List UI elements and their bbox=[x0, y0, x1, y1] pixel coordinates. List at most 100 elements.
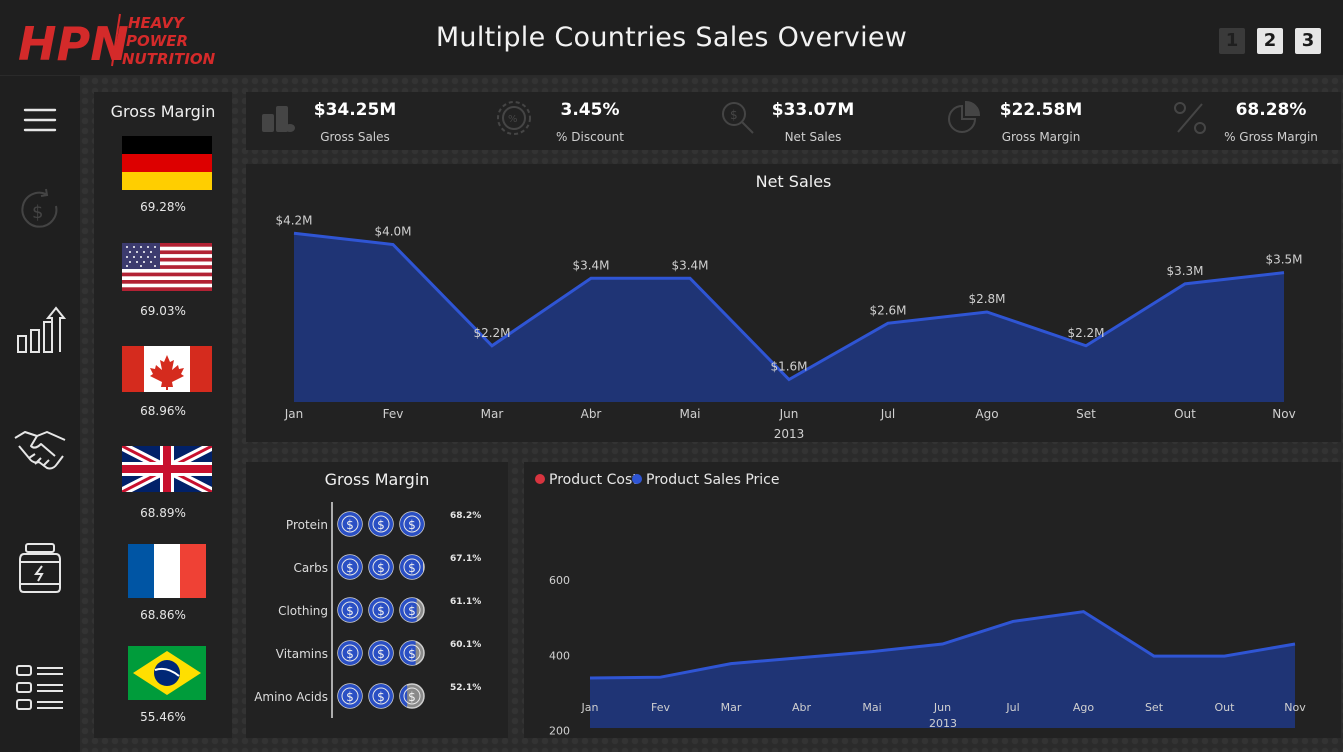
category-gm-value: 67.1% bbox=[450, 554, 481, 564]
page-navigator: 1 2 3 bbox=[1219, 28, 1321, 54]
cost-chart-x-axis-label: 2013 bbox=[929, 717, 957, 730]
category-gm-value: 60.1% bbox=[450, 640, 481, 650]
usa-flag[interactable] bbox=[122, 240, 212, 294]
percent-icon bbox=[1174, 102, 1206, 134]
kpi-discount: % 3.45% % Discount bbox=[482, 92, 702, 150]
net-sales-chart-panel: Net Sales $4.2M $4.0M $2.2M $3.4M $3.4M $1.6M… bbox=[246, 164, 1341, 442]
category-gm-value: 52.1% bbox=[450, 683, 481, 693]
sidebar-nav: $ bbox=[0, 76, 80, 752]
uk-flag[interactable] bbox=[122, 444, 212, 498]
cost-chart-y-tick: 600 bbox=[549, 574, 570, 587]
category-gm-value: 61.1% bbox=[450, 597, 481, 607]
coin-icon: $ bbox=[368, 597, 394, 623]
net-sales-area bbox=[294, 233, 1284, 402]
category-label: Amino Acids bbox=[254, 690, 328, 704]
net-sales-x-axis-label: 2013 bbox=[774, 427, 805, 441]
coin-icon: $ bbox=[337, 597, 363, 623]
coin-icon: $ bbox=[337, 511, 363, 537]
chart-legend: Product Cost Product Sales Price bbox=[535, 472, 779, 488]
cost-chart-y-tick: 200 bbox=[549, 725, 570, 738]
cost-chart-x-tick: Jun bbox=[933, 701, 951, 714]
header-bar: HPN HEAVY POWER NUTRITION Multiple Count… bbox=[0, 0, 1343, 76]
svg-text:$: $ bbox=[730, 108, 738, 122]
dollar-refresh-icon[interactable]: $ bbox=[12, 182, 68, 238]
category-gross-margin-panel: Gross Margin Protein $ $ $68.2% Carbs $ $ $67.1… bbox=[246, 462, 508, 738]
category-label: Clothing bbox=[278, 604, 328, 618]
menu-icon[interactable] bbox=[12, 92, 68, 148]
coin-icon: $ bbox=[368, 554, 394, 580]
net-sales-x-tick: Set bbox=[1076, 407, 1096, 421]
supplement-jar-icon[interactable] bbox=[12, 540, 68, 596]
list-icon[interactable] bbox=[12, 660, 68, 716]
cost-chart-y-tick: 400 bbox=[549, 649, 570, 662]
page-2-button[interactable]: 2 bbox=[1257, 28, 1283, 54]
category-label: Vitamins bbox=[276, 647, 328, 661]
cost-price-chart-panel: Product Cost Product Sales Price 600 400 2… bbox=[524, 462, 1341, 752]
legend-cost-marker bbox=[535, 474, 545, 484]
page-title: Multiple Countries Sales Overview bbox=[435, 22, 908, 53]
net-sales-data-label: $2.2M bbox=[1067, 326, 1104, 340]
category-gross-margin-chart[interactable]: Protein $ $ $68.2% Carbs $ $ $67.1% Clothing $ $ $6… bbox=[246, 462, 508, 738]
net-sales-x-tick: Mar bbox=[481, 407, 504, 421]
coin-icon: $ bbox=[399, 511, 425, 537]
gross-margin-pct-label: % Gross Margin bbox=[1224, 130, 1318, 144]
germany-flag[interactable] bbox=[122, 136, 212, 190]
growth-chart-icon[interactable] bbox=[12, 302, 68, 358]
page-3-button[interactable]: 3 bbox=[1295, 28, 1321, 54]
svg-text:$: $ bbox=[346, 690, 354, 704]
cost-vs-price-chart[interactable]: Product Cost Product Sales Price 600 400 2… bbox=[524, 462, 1341, 752]
coin-icon: $ bbox=[368, 511, 394, 537]
discount-value: 3.45% bbox=[560, 100, 620, 120]
country-panel-title: Gross Margin bbox=[110, 102, 216, 121]
svg-text:$: $ bbox=[408, 647, 416, 661]
france-flag[interactable] bbox=[128, 544, 206, 598]
uk-gross-margin: 68.89% bbox=[140, 506, 186, 520]
coin-icon: $ bbox=[368, 640, 394, 666]
brazil-flag[interactable] bbox=[128, 646, 206, 700]
coin-icon: $ bbox=[337, 640, 363, 666]
svg-text:$: $ bbox=[408, 518, 416, 532]
gross-margin-pct-value: 68.28% bbox=[1235, 100, 1307, 120]
net-sales-data-label: $4.2M bbox=[275, 213, 312, 227]
gross-sales-label: Gross Sales bbox=[320, 130, 390, 144]
net-sales-x-tick: Abr bbox=[581, 407, 602, 421]
net-sales-data-label: $2.8M bbox=[968, 292, 1005, 306]
net-sales-chart-title: Net Sales bbox=[755, 172, 832, 191]
svg-text:$: $ bbox=[377, 690, 385, 704]
germany-gross-margin: 69.28% bbox=[140, 200, 186, 214]
net-sales-x-tick: Mai bbox=[679, 407, 700, 421]
legend-cost-label: Product Cost bbox=[549, 472, 638, 488]
coin-icon: $ bbox=[337, 683, 363, 709]
cost-chart-x-tick: Fev bbox=[651, 701, 670, 714]
net-sales-value: $33.07M bbox=[771, 100, 855, 120]
svg-text:$: $ bbox=[346, 647, 354, 661]
handshake-icon[interactable] bbox=[12, 422, 68, 478]
net-sales-chart[interactable]: $4.2M $4.0M $2.2M $3.4M $3.4M $1.6M $2.6M $2.8M… bbox=[246, 164, 1341, 442]
cost-chart-x-tick: Out bbox=[1215, 701, 1236, 714]
svg-text:$: $ bbox=[346, 561, 354, 575]
net-sales-label: Net Sales bbox=[784, 130, 842, 144]
coin-icon: $ bbox=[399, 554, 425, 580]
gross-sales-value: $34.25M bbox=[313, 100, 397, 120]
net-sales-data-label: $2.2M bbox=[473, 326, 510, 340]
france-gross-margin: 68.86% bbox=[140, 608, 186, 622]
net-sales-data-label: $3.5M bbox=[1265, 253, 1302, 267]
svg-text:%: % bbox=[508, 114, 518, 125]
cost-chart-x-tick: Abr bbox=[792, 701, 812, 714]
gross-margin-label: Gross Margin bbox=[1001, 130, 1081, 144]
coin-icon: $ bbox=[337, 554, 363, 580]
page-1-button[interactable]: 1 bbox=[1219, 28, 1245, 54]
svg-text:$: $ bbox=[408, 690, 416, 704]
cost-chart-x-tick: Jul bbox=[1005, 701, 1019, 714]
canada-flag[interactable] bbox=[122, 342, 212, 396]
svg-text:$: $ bbox=[408, 561, 416, 575]
net-sales-data-label: $3.4M bbox=[671, 258, 708, 272]
cost-chart-x-tick: Mar bbox=[721, 701, 742, 714]
svg-text:$: $ bbox=[32, 202, 43, 223]
net-sales-data-label: $3.3M bbox=[1166, 264, 1203, 278]
net-sales-data-label: $1.6M bbox=[770, 360, 807, 374]
coin-icon: $ bbox=[399, 683, 425, 709]
category-label: Carbs bbox=[293, 561, 328, 575]
legend-price-marker bbox=[632, 474, 642, 484]
gross-margin-value: $22.58M bbox=[999, 100, 1083, 120]
